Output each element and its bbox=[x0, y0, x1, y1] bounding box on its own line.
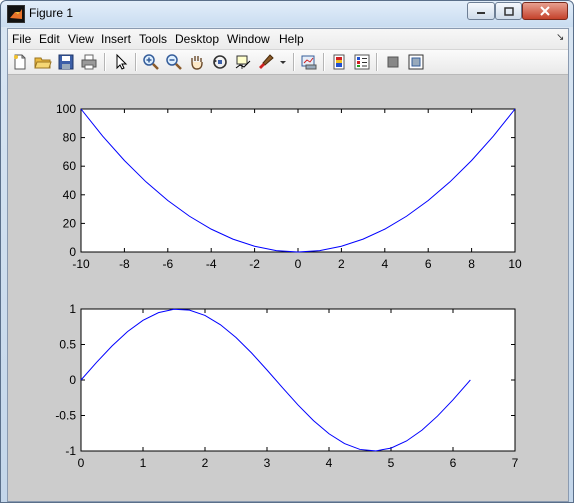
y-tick-label: 20 bbox=[63, 216, 77, 230]
x-tick-label: 2 bbox=[338, 257, 345, 271]
x-tick-label: 8 bbox=[468, 257, 475, 271]
x-tick-label: 5 bbox=[388, 456, 395, 470]
y-tick-label: -1 bbox=[65, 444, 76, 458]
x-tick-label: 4 bbox=[326, 456, 333, 470]
axes-top[interactable]: -10 -8 -6 -4 -2 0 2 4 6 8 10020406080100 bbox=[56, 102, 522, 271]
x-tick-label: 0 bbox=[78, 456, 85, 470]
figure-window: Figure 1 File Edit View Insert Tools Des… bbox=[0, 0, 574, 503]
y-tick-label: 100 bbox=[56, 102, 76, 116]
y-tick-label: 0 bbox=[69, 373, 76, 387]
axes-box bbox=[80, 108, 516, 253]
x-tick-label: 6 bbox=[450, 456, 457, 470]
x-tick-label: 4 bbox=[381, 257, 388, 271]
y-tick-label: 1 bbox=[69, 302, 76, 316]
y-tick-label: 60 bbox=[63, 159, 77, 173]
y-tick-label: 0.5 bbox=[59, 338, 76, 352]
plots-canvas: -10 -8 -6 -4 -2 0 2 4 6 8 10020406080100 0 1 2 3 4 5 6 7-… bbox=[55, 102, 522, 470]
x-tick-label: 6 bbox=[425, 257, 432, 271]
y-tick-label: 40 bbox=[63, 188, 77, 202]
x-tick-label: -2 bbox=[249, 257, 260, 271]
y-tick-label: -0.5 bbox=[55, 409, 76, 423]
y-tick-label: 0 bbox=[69, 245, 76, 259]
x-tick-label: 0 bbox=[295, 257, 302, 271]
x-tick-label: 10 bbox=[508, 257, 522, 271]
x-tick-label: -4 bbox=[206, 257, 217, 271]
x-tick-label: 7 bbox=[512, 456, 519, 470]
x-tick-label: 1 bbox=[140, 456, 147, 470]
x-tick-label: 2 bbox=[202, 456, 209, 470]
x-tick-label: -10 bbox=[72, 257, 90, 271]
y-tick-label: 80 bbox=[63, 131, 77, 145]
axes-bottom[interactable]: 0 1 2 3 4 5 6 7 -1 -0.5 0 0.5 1 bbox=[55, 302, 518, 470]
x-tick-label: -8 bbox=[119, 257, 130, 271]
x-tick-label: -6 bbox=[162, 257, 173, 271]
x-tick-label: 3 bbox=[264, 456, 271, 470]
axes-box bbox=[80, 308, 516, 452]
